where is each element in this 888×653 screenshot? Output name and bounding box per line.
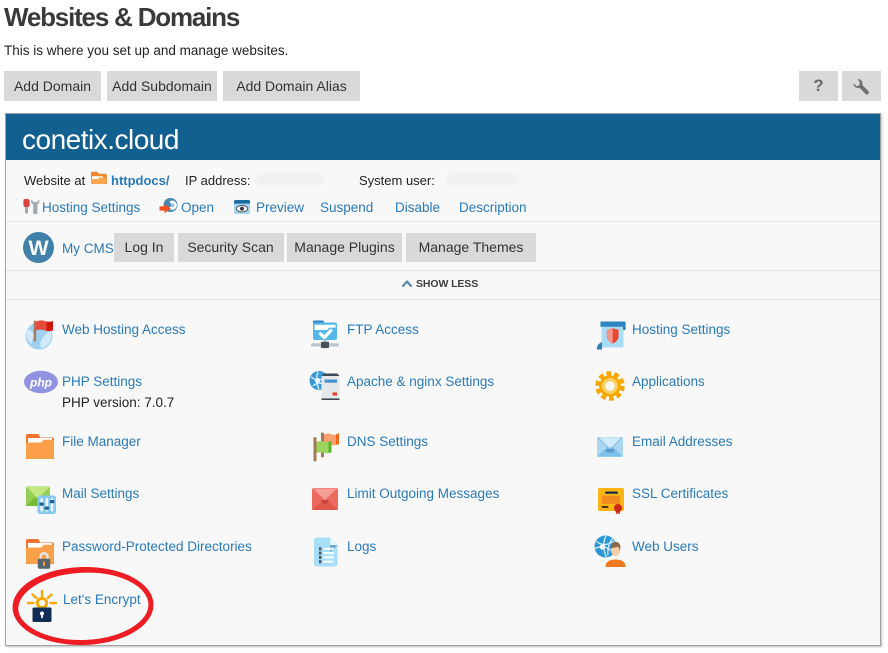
svg-text:W: W	[28, 236, 49, 260]
svg-text:php: php	[29, 376, 52, 390]
